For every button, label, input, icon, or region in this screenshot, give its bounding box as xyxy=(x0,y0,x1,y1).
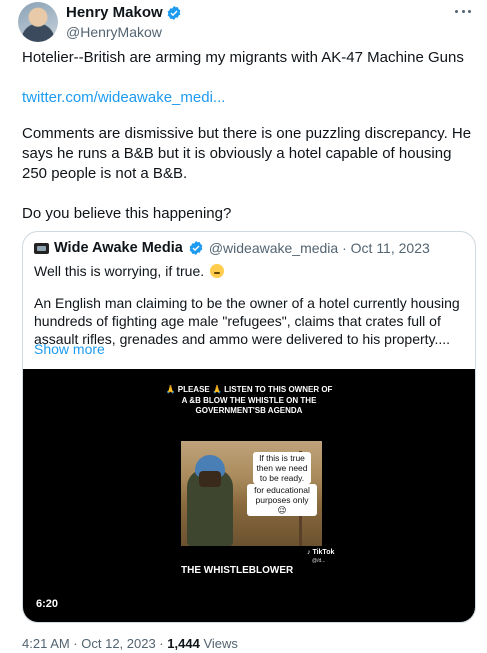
quoted-tweet-card[interactable]: Wide Awake Media @wideawake_media · Oct … xyxy=(22,231,476,623)
video-duration: 6:20 xyxy=(36,598,59,610)
quoted-verified-badge-icon xyxy=(189,241,203,255)
video-thumbnail: If this is true then we need to be ready… xyxy=(181,441,322,546)
show-more-link[interactable]: Show more xyxy=(34,341,105,357)
tweet-text-para2: Comments are dismissive but there is one… xyxy=(22,125,472,182)
video-text-bubble-2: for educational purposes only 😉 xyxy=(247,484,317,516)
more-options-icon[interactable] xyxy=(453,4,473,18)
tweet-text-line1: Hotelier--British are arming my migrants… xyxy=(22,49,464,66)
video-caption: 🙏 PLEASE 🙏 LISTEN TO THIS OWNER OF A &B … xyxy=(165,385,333,415)
tweet-timestamp[interactable]: 4:21 AM · Oct 12, 2023 · xyxy=(22,636,164,651)
worried-face-emoji-icon xyxy=(210,264,225,278)
video-player[interactable]: 🙏 PLEASE 🙏 LISTEN TO THIS OWNER OF A &B … xyxy=(23,369,475,622)
quoted-tweet-header: Wide Awake Media @wideawake_media · Oct … xyxy=(34,240,430,256)
quoted-text-line2: An English man claiming to be the owner … xyxy=(34,295,460,347)
verified-badge-icon xyxy=(167,5,181,20)
video-text-bubble-1: If this is true then we need to be ready… xyxy=(253,452,311,484)
tiktok-watermark: ♪ TikTok xyxy=(307,549,335,556)
author-block: Henry Makow @HenryMakow xyxy=(66,4,182,40)
tweet-link[interactable]: twitter.com/wideawake_medi... xyxy=(22,88,473,108)
quoted-author-name[interactable]: Wide Awake Media xyxy=(54,240,183,256)
tiktok-handle: @/d... xyxy=(312,558,326,564)
views-count: 1,444 xyxy=(167,636,200,651)
author-handle[interactable]: @HenryMakow xyxy=(66,24,182,40)
quoted-text-line1: Well this is worrying, if true. xyxy=(34,262,463,280)
quoted-author-avatar[interactable] xyxy=(34,242,49,254)
tweet-footer: 4:21 AM · Oct 12, 2023 · 1,444 Views xyxy=(22,636,238,651)
author-avatar[interactable] xyxy=(18,2,58,42)
soldier-face xyxy=(199,471,221,487)
video-title: THE WHISTLEBLOWER xyxy=(181,565,294,576)
quoted-handle-date: @wideawake_media · Oct 11, 2023 xyxy=(208,240,430,256)
author-name[interactable]: Henry Makow xyxy=(66,4,163,21)
tweet-text-para3: Do you believe this happening? xyxy=(22,205,232,222)
views-label: Views xyxy=(203,636,238,651)
